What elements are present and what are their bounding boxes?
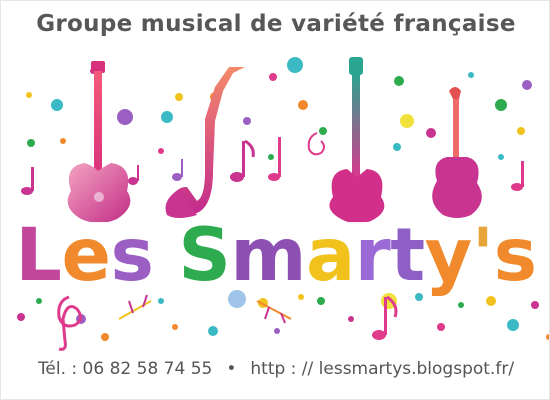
electric-guitar-icon <box>329 57 385 224</box>
title-letter <box>153 211 178 301</box>
title-letter: y <box>424 213 473 298</box>
title-letter: m <box>230 213 306 298</box>
title-letter: a <box>305 213 355 298</box>
band-name-title: Les Smarty's <box>1 211 549 301</box>
music-artwork <box>17 57 549 351</box>
blog-url: http : // lessmartys.blogspot.fr/ <box>250 359 515 379</box>
contact-line: Tél. : 06 82 58 74 55 • http : // lessmart… <box>1 359 549 379</box>
title-letter: r <box>354 213 391 298</box>
title-letter: L <box>15 213 62 298</box>
flyer: Groupe musical de variété française Les … <box>0 0 550 400</box>
title-letter: e <box>61 213 111 298</box>
title-letter: s <box>493 213 537 298</box>
phone-number: Tél. : 06 82 58 74 55 <box>37 359 213 379</box>
title-letter: s <box>110 213 154 298</box>
electric-guitar-icon <box>67 61 131 223</box>
tagline: Groupe musical de variété française <box>36 11 516 37</box>
title-letter: t <box>390 213 425 298</box>
saxophone-icon <box>165 67 245 218</box>
title-letter: ' <box>471 213 494 298</box>
violin-icon <box>432 87 482 218</box>
separator-bullet: • <box>226 359 237 379</box>
title-letter: S <box>178 213 231 298</box>
